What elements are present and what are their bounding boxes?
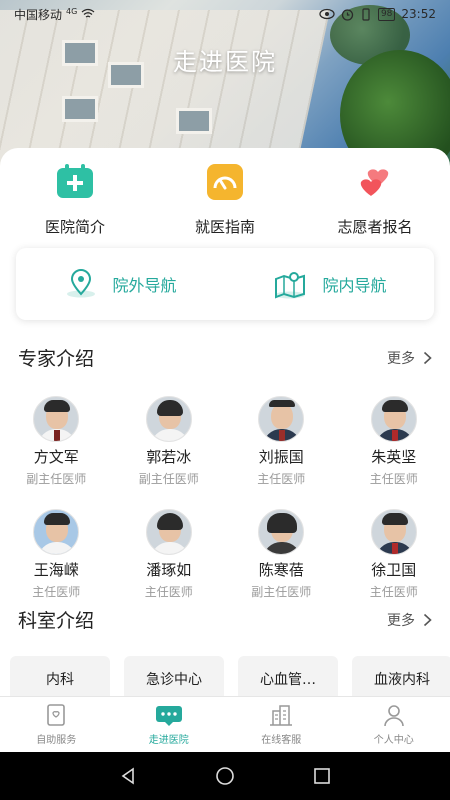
bottom-tab-bar: 自助服务 走进医院 在线客服 个人中心 (0, 696, 450, 752)
battery-indicator: 98 (377, 7, 396, 21)
expert-avatar (370, 396, 417, 442)
tab-label: 走进医院 (148, 735, 189, 746)
quick-link-label: 就医指南 (194, 218, 255, 236)
expert-title: 主任医师 (369, 472, 418, 486)
expert-name: 陈寒蓓 (258, 561, 304, 579)
eye-icon (319, 8, 335, 20)
network-label: 4G (66, 6, 78, 16)
outside-navigation-button[interactable]: 院外导航 (16, 248, 225, 320)
building-window (62, 96, 98, 122)
self-service-icon (47, 704, 66, 726)
expert-title: 主任医师 (32, 585, 81, 599)
expert-title: 副主任医师 (138, 472, 199, 486)
status-bar: 中国移动 4G 98 23:52 (0, 0, 450, 28)
quick-link-volunteer-signup[interactable]: 志愿者报名 (300, 162, 450, 237)
back-triangle-icon[interactable] (119, 767, 137, 785)
expert-title: 主任医师 (369, 585, 418, 599)
expert-name: 徐卫国 (371, 561, 417, 579)
expert-name: 刘振国 (258, 448, 304, 466)
expert-title: 副主任医师 (251, 585, 312, 599)
tab-online-service[interactable]: 在线客服 (225, 697, 338, 752)
expert-name: 王海嵘 (33, 561, 79, 579)
chat-bubble-icon (155, 706, 182, 726)
tab-personal-center[interactable]: 个人中心 (338, 697, 450, 752)
main-content-card: 医院简介 就医指南 志愿者报名 院外导航 院内导航 专家介绍 更多 方文军 副主… (0, 148, 450, 702)
navigation-box: 院外导航 院内导航 (16, 248, 434, 320)
experts-grid: 方文军 副主任医师 郭若冰 副主任医师 刘振国 主任医师 朱英坚 主任医师 王海… (0, 396, 450, 600)
expert-avatar (33, 509, 80, 555)
quick-links-row: 医院简介 就医指南 志愿者报名 (0, 162, 450, 237)
hospital-plus-icon (55, 162, 95, 202)
vibrate-icon (362, 7, 370, 21)
expert-card[interactable]: 朱英坚 主任医师 (338, 396, 450, 487)
chevron-right-icon (423, 351, 432, 364)
expert-avatar (145, 396, 192, 442)
carrier-label: 中国移动 (14, 7, 63, 22)
quick-link-label: 医院简介 (44, 218, 105, 236)
experts-section-header: 专家介绍 更多 (18, 344, 432, 371)
map-folded-icon (275, 272, 306, 299)
more-label: 更多 (387, 350, 415, 367)
expert-card[interactable]: 郭若冰 副主任医师 (113, 396, 226, 487)
expert-title: 主任医师 (144, 585, 193, 599)
inside-navigation-button[interactable]: 院内导航 (225, 248, 434, 320)
departments-section-title: 科室介绍 (18, 610, 95, 632)
departments-section-header: 科室介绍 更多 (18, 606, 432, 633)
expert-title: 主任医师 (257, 472, 306, 486)
expert-title: 副主任医师 (26, 472, 87, 486)
home-circle-icon[interactable] (215, 766, 235, 786)
quick-link-label: 志愿者报名 (337, 218, 413, 236)
alarm-icon (341, 8, 354, 21)
expert-card[interactable]: 潘琢如 主任医师 (113, 509, 226, 600)
page-title: 走进医院 (173, 48, 277, 76)
expert-card[interactable]: 陈寒蓓 副主任医师 (225, 509, 338, 600)
building-window (176, 108, 212, 134)
expert-avatar (258, 509, 305, 555)
experts-more-link[interactable]: 更多 (387, 348, 432, 368)
expert-avatar (145, 509, 192, 555)
expert-name: 朱英坚 (371, 448, 417, 466)
person-icon (383, 705, 404, 727)
tab-about-hospital[interactable]: 走进医院 (113, 697, 226, 752)
expert-avatar (258, 396, 305, 442)
expert-card[interactable]: 徐卫国 主任医师 (338, 509, 450, 600)
more-label: 更多 (387, 612, 415, 629)
inside-navigation-label: 院内导航 (322, 276, 387, 295)
expert-card[interactable]: 王海嵘 主任医师 (0, 509, 113, 600)
expert-avatar (370, 509, 417, 555)
building-icon (270, 705, 293, 726)
tab-self-service[interactable]: 自助服务 (0, 697, 113, 752)
tab-label: 在线客服 (261, 735, 302, 746)
expert-card[interactable]: 方文军 副主任医师 (0, 396, 113, 487)
clock-time: 23:52 (401, 7, 436, 21)
tab-label: 个人中心 (373, 735, 414, 746)
guide-gauge-icon (205, 162, 245, 202)
experts-section-title: 专家介绍 (18, 348, 95, 370)
tab-label: 自助服务 (36, 735, 77, 746)
wifi-icon (81, 8, 95, 18)
expert-card[interactable]: 刘振国 主任医师 (225, 396, 338, 487)
map-pin-icon (67, 269, 96, 298)
volunteer-hearts-icon (355, 162, 395, 202)
quick-link-medical-guide[interactable]: 就医指南 (150, 162, 300, 237)
system-navigation-bar (0, 752, 450, 800)
quick-link-hospital-intro[interactable]: 医院简介 (0, 162, 150, 237)
departments-more-link[interactable]: 更多 (387, 610, 432, 630)
outside-navigation-label: 院外导航 (112, 276, 177, 295)
expert-name: 潘琢如 (146, 561, 192, 579)
expert-name: 郭若冰 (146, 448, 192, 466)
recents-square-icon[interactable] (313, 767, 331, 785)
expert-avatar (33, 396, 80, 442)
chevron-right-icon (423, 613, 432, 626)
expert-name: 方文军 (33, 448, 79, 466)
